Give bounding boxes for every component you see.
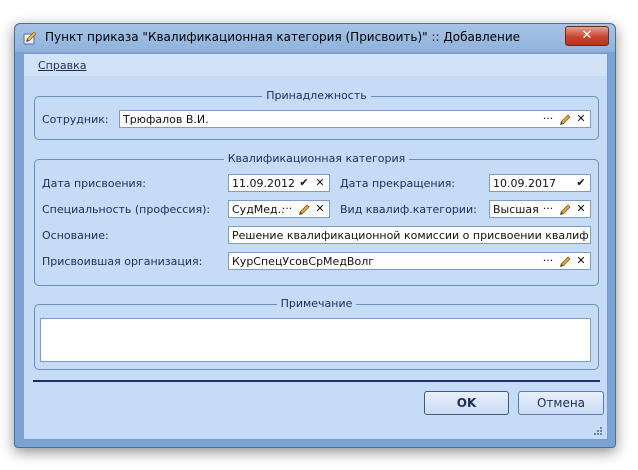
organization-label: Присвоившая организация: [42, 255, 203, 268]
pencil-icon[interactable] [296, 201, 312, 217]
note-group-title: Примечание [276, 297, 357, 310]
basis-value: Решение квалификационной комиссии о прис… [232, 229, 589, 242]
clear-x-icon[interactable]: ✕ [312, 175, 328, 191]
end-date-field[interactable]: 10.09.2017 ✔ [489, 174, 591, 192]
assign-date-field[interactable]: 11.09.2012 ✔ ✕ [228, 174, 330, 192]
pencil-icon[interactable] [557, 111, 573, 127]
ellipsis-icon[interactable]: ··· [540, 111, 556, 127]
close-button[interactable]: ✕ [565, 26, 609, 46]
app-icon [23, 31, 37, 45]
clear-x-icon[interactable]: ✕ [312, 201, 328, 217]
employee-value: Трюфалов В.И. [123, 113, 209, 126]
affiliation-group: Принадлежность Сотрудник: Трюфалов В.И. … [34, 89, 599, 140]
category-type-value: Высшая [493, 203, 539, 216]
affiliation-group-title: Принадлежность [262, 89, 371, 102]
ellipsis-icon[interactable]: ··· [540, 201, 556, 217]
pencil-icon[interactable] [557, 201, 573, 217]
ellipsis-icon[interactable]: ··· [540, 253, 556, 269]
category-type-label: Вид квалиф.категории: [340, 203, 477, 216]
checkmark-icon[interactable]: ✔ [296, 175, 312, 191]
specialty-value: СудМед... [232, 203, 284, 216]
menu-help[interactable]: Справка [38, 59, 86, 72]
resize-grip-icon[interactable] [593, 426, 603, 436]
footer-separator [33, 380, 600, 382]
assign-date-value: 11.09.2012 [232, 177, 295, 190]
end-date-label: Дата прекращения: [340, 177, 456, 190]
organization-value: КурСпецУсовСрМедВолг [232, 255, 375, 268]
window-title: Пункт приказа "Квалификационная категори… [45, 30, 521, 44]
qualification-group-title: Квалификационная категория [223, 152, 410, 165]
ok-button[interactable]: OK [424, 391, 509, 415]
chevron-down-icon[interactable]: ✔ [573, 175, 589, 191]
note-textarea[interactable] [40, 318, 591, 362]
menu-bar: Справка [24, 54, 607, 76]
ellipsis-icon[interactable]: ··· [279, 201, 295, 217]
title-bar[interactable]: Пункт приказа "Квалификационная категори… [15, 24, 615, 52]
assign-date-label: Дата присвоения: [42, 177, 146, 190]
note-group: Примечание [34, 297, 599, 370]
pencil-icon[interactable] [557, 253, 573, 269]
specialty-label: Специальность (профессия): [42, 203, 211, 216]
end-date-value: 10.09.2017 [493, 177, 556, 190]
employee-field[interactable]: Трюфалов В.И. ··· ✕ [119, 110, 591, 128]
clear-x-icon[interactable]: ✕ [573, 201, 589, 217]
clear-x-icon[interactable]: ✕ [573, 111, 589, 127]
dialog-body: Справка Принадлежность Сотрудник: Трюфал… [23, 53, 608, 440]
clear-x-icon[interactable]: ✕ [573, 253, 589, 269]
qualification-group: Квалификационная категория Дата присвоен… [34, 152, 599, 286]
basis-label: Основание: [42, 229, 109, 242]
employee-label: Сотрудник: [42, 113, 109, 126]
organization-field[interactable]: КурСпецУсовСрМедВолг ··· ✕ [228, 252, 591, 270]
specialty-field[interactable]: СудМед... ··· ✕ [228, 200, 330, 218]
basis-field[interactable]: Решение квалификационной комиссии о прис… [228, 226, 591, 244]
dialog-window: Пункт приказа "Квалификационная категори… [14, 23, 616, 448]
cancel-button[interactable]: Отмена [518, 391, 604, 415]
category-type-field[interactable]: Высшая ··· ✕ [489, 200, 591, 218]
